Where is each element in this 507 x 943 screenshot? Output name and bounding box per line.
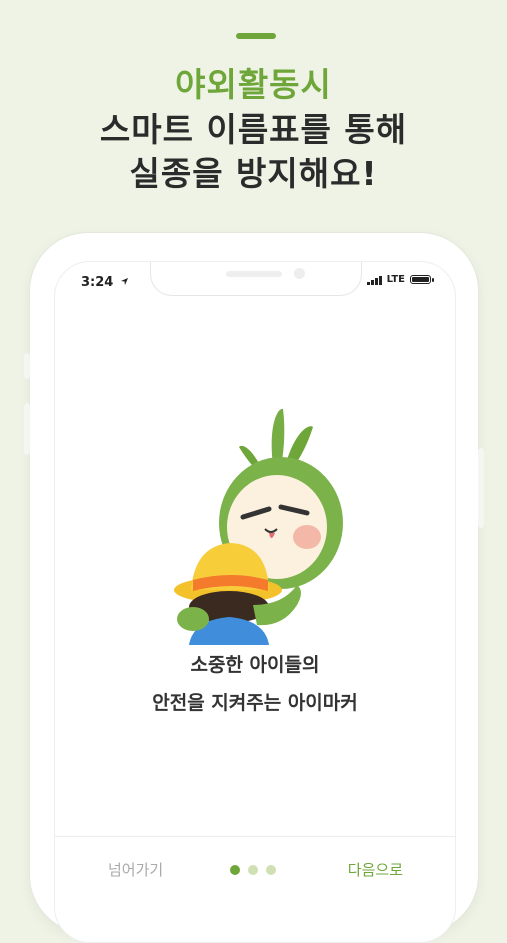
page-indicator bbox=[230, 865, 276, 875]
skip-button[interactable]: 넘어가기 bbox=[108, 859, 163, 880]
phone-frame: 3:24 LTE 소중한 아이들의 안전을 지켜주는 아이마커 넘어가기 다음으… bbox=[24, 233, 484, 943]
caption-line-2: 안전을 지켜주는 아이마커 bbox=[152, 692, 358, 714]
page-dot-1[interactable] bbox=[230, 865, 240, 875]
headline-line-1: 야외활동시 bbox=[175, 65, 332, 104]
side-button-left-2 bbox=[24, 403, 30, 455]
side-button-right bbox=[478, 448, 484, 528]
caption-line-1: 소중한 아이들의 bbox=[190, 654, 320, 676]
bottom-navigation: 넘어가기 다음으로 bbox=[55, 836, 455, 907]
top-accent-bar bbox=[236, 33, 276, 39]
camera bbox=[294, 268, 305, 279]
page-dot-3[interactable] bbox=[266, 865, 276, 875]
status-time: 3:24 bbox=[81, 275, 129, 290]
page-dot-2[interactable] bbox=[248, 865, 258, 875]
speaker bbox=[226, 271, 282, 277]
status-time-text: 3:24 bbox=[81, 275, 114, 290]
signal-icon bbox=[366, 275, 382, 285]
side-button-left-1 bbox=[24, 353, 30, 379]
notch bbox=[150, 262, 362, 296]
location-arrow-icon bbox=[120, 277, 128, 286]
mascot-illustration bbox=[174, 408, 343, 645]
network-label: LTE bbox=[386, 274, 405, 285]
battery-icon bbox=[410, 275, 434, 284]
status-right: LTE bbox=[366, 274, 434, 285]
phone-screen: 3:24 LTE 소중한 아이들의 안전을 지켜주는 아이마커 넘어가기 다음으… bbox=[54, 261, 456, 943]
headline-line-3: 실종을 방지해요! bbox=[129, 154, 378, 193]
headline-line-2: 스마트 이름표를 통해 bbox=[99, 110, 408, 149]
next-button[interactable]: 다음으로 bbox=[348, 859, 403, 880]
